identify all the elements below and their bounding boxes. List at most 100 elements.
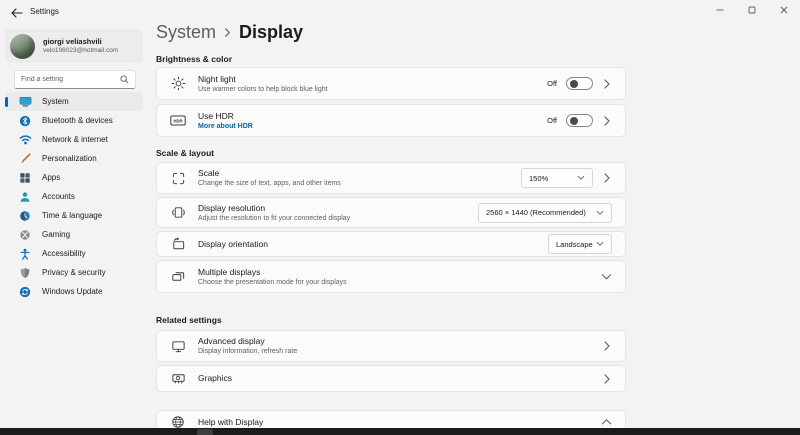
resolution-dropdown[interactable]: 2560 × 1440 (Recommended) xyxy=(478,203,612,223)
multiple-displays-icon xyxy=(170,269,186,285)
brush-icon xyxy=(18,152,32,166)
sidebar-item-label: Bluetooth & devices xyxy=(42,116,113,125)
display-resolution-row[interactable]: Display resolution Adjust the resolution… xyxy=(156,197,626,228)
night-light-row[interactable]: Night light Use warmer colors to help bl… xyxy=(156,67,626,100)
chevron-right-icon[interactable] xyxy=(602,172,612,184)
scale-dropdown[interactable]: 150% xyxy=(521,168,593,188)
resolution-icon xyxy=(170,205,186,221)
row-title: Night light xyxy=(198,74,328,85)
sidebar-item-label: Time & language xyxy=(42,211,102,220)
sidebar-item-time-language[interactable]: Time & language xyxy=(5,206,143,225)
user-name: giorgi veliashvili xyxy=(43,37,118,47)
row-title: Advanced display xyxy=(198,336,297,347)
sidebar-item-label: Accessibility xyxy=(42,249,86,258)
wifi-icon xyxy=(18,133,32,147)
sidebar-item-label: Apps xyxy=(42,173,60,182)
multiple-displays-row[interactable]: Multiple displays Choose the presentatio… xyxy=(156,260,626,293)
bluetooth-icon xyxy=(18,114,32,128)
night-light-state: Off xyxy=(547,79,557,88)
search-input[interactable] xyxy=(21,76,120,83)
display-orientation-row[interactable]: Display orientation Landscape xyxy=(156,231,626,257)
advanced-display-icon xyxy=(170,338,186,354)
use-hdr-toggle[interactable] xyxy=(566,114,593,127)
section-scale-layout: Scale & layout xyxy=(156,148,214,158)
sidebar-item-personalization[interactable]: Personalization xyxy=(5,149,143,168)
chevron-down-icon xyxy=(596,210,604,216)
sidebar-item-gaming[interactable]: Gaming xyxy=(5,225,143,244)
chevron-right-icon[interactable] xyxy=(602,373,612,385)
sidebar-item-windows-update[interactable]: Windows Update xyxy=(5,282,143,301)
accessibility-person-icon xyxy=(18,247,32,261)
chevron-down-icon[interactable] xyxy=(601,273,612,281)
graphics-row[interactable]: Graphics xyxy=(156,365,626,392)
toggle-knob xyxy=(570,80,578,88)
more-about-hdr-link[interactable]: More about HDR xyxy=(198,122,253,131)
row-title: Graphics xyxy=(198,373,232,384)
sidebar-item-network-internet[interactable]: Network & internet xyxy=(5,130,143,149)
row-title: Use HDR xyxy=(198,111,253,122)
chevron-up-icon[interactable] xyxy=(601,418,612,426)
row-title: Help with Display xyxy=(198,417,263,428)
sidebar-item-bluetooth-devices[interactable]: Bluetooth & devices xyxy=(5,111,143,130)
page-title: Display xyxy=(239,22,303,43)
sidebar-item-label: Personalization xyxy=(42,154,97,163)
sidebar-item-label: Windows Update xyxy=(42,287,102,296)
chevron-right-icon[interactable] xyxy=(602,340,612,352)
sidebar-item-label: Network & internet xyxy=(42,135,108,144)
orientation-dropdown[interactable]: Landscape xyxy=(548,234,612,254)
chevron-right-icon[interactable] xyxy=(602,115,612,127)
main-content: System Display Brightness & color Night … xyxy=(156,0,800,428)
sidebar-item-label: Privacy & security xyxy=(42,268,106,277)
sidebar-item-accounts[interactable]: Accounts xyxy=(5,187,143,206)
row-title: Display resolution xyxy=(198,203,350,214)
search-box[interactable] xyxy=(14,70,136,89)
sidebar-item-apps[interactable]: Apps xyxy=(5,168,143,187)
breadcrumb: System Display xyxy=(156,22,303,43)
sidebar-item-system[interactable]: System xyxy=(5,92,143,111)
globe-clock-icon xyxy=(18,209,32,223)
chevron-right-icon[interactable] xyxy=(602,78,612,90)
breadcrumb-parent[interactable]: System xyxy=(156,22,216,43)
toggle-knob xyxy=(570,117,578,125)
row-subtitle: Choose the presentation mode for your di… xyxy=(198,278,347,287)
user-email: velo198023@hotmail.com xyxy=(43,47,118,55)
taskbar-strip[interactable] xyxy=(0,428,800,435)
sidebar-item-label: Accounts xyxy=(42,192,75,201)
row-subtitle: Adjust the resolution to fit your connec… xyxy=(198,214,350,223)
row-title: Multiple displays xyxy=(198,267,347,278)
svg-text:HDR: HDR xyxy=(173,119,182,124)
person-icon xyxy=(18,190,32,204)
row-title: Scale xyxy=(198,168,341,179)
resolution-value: 2560 × 1440 (Recommended) xyxy=(486,208,586,217)
taskbar-app-icon[interactable] xyxy=(197,429,213,435)
night-light-sun-icon xyxy=(170,76,186,92)
row-subtitle: Display information, refresh rate xyxy=(198,347,297,356)
avatar xyxy=(10,34,35,59)
breadcrumb-chevron-icon xyxy=(223,27,232,38)
user-profile-card[interactable]: giorgi veliashvili velo198023@hotmail.co… xyxy=(5,29,143,63)
sidebar: giorgi veliashvili velo198023@hotmail.co… xyxy=(0,28,148,428)
xbox-icon xyxy=(18,228,32,242)
night-light-toggle[interactable] xyxy=(566,77,593,90)
sidebar-item-label: System xyxy=(42,97,69,106)
use-hdr-row[interactable]: HDR Use HDR More about HDR Off xyxy=(156,104,626,137)
section-related-settings: Related settings xyxy=(156,315,222,325)
advanced-display-row[interactable]: Advanced display Display information, re… xyxy=(156,330,626,362)
search-icon xyxy=(120,75,129,84)
hdr-badge-icon: HDR xyxy=(170,113,186,129)
scale-brackets-icon xyxy=(170,170,186,186)
shield-icon xyxy=(18,266,32,280)
scale-value: 150% xyxy=(529,174,548,183)
row-title: Display orientation xyxy=(198,239,268,250)
back-button[interactable] xyxy=(8,5,26,21)
scale-row[interactable]: Scale Change the size of text, apps, and… xyxy=(156,162,626,194)
use-hdr-state: Off xyxy=(547,116,557,125)
gpu-icon xyxy=(170,371,186,387)
sidebar-item-privacy-security[interactable]: Privacy & security xyxy=(5,263,143,282)
sidebar-item-accessibility[interactable]: Accessibility xyxy=(5,244,143,263)
sidebar-item-label: Gaming xyxy=(42,230,70,239)
row-subtitle: Change the size of text, apps, and other… xyxy=(198,179,341,188)
orientation-icon xyxy=(170,236,186,252)
update-arrows-icon xyxy=(18,285,32,299)
app-title: Settings xyxy=(30,7,59,16)
